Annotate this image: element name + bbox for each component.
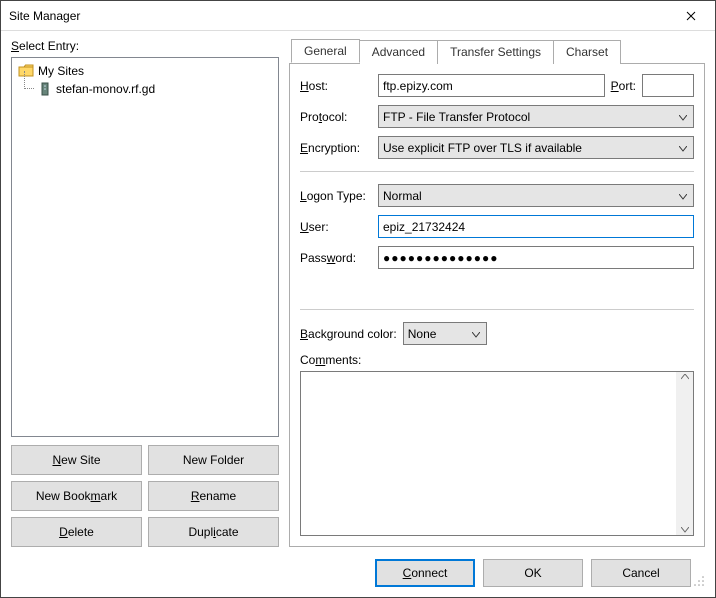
- tree-connector: [24, 71, 34, 89]
- row-encryption: Encryption: Use explicit FTP over TLS if…: [300, 136, 694, 159]
- new-folder-button[interactable]: New Folder: [148, 445, 279, 475]
- tree-item-site[interactable]: stefan-monov.rf.gd: [14, 80, 276, 98]
- resize-grip-icon[interactable]: [691, 573, 705, 587]
- tree-root-mysites[interactable]: My Sites: [14, 62, 276, 80]
- protocol-label: Protocol:: [300, 110, 372, 124]
- left-panel: Select Entry: My Sites: [11, 39, 279, 547]
- logon-type-value: Normal: [383, 189, 422, 203]
- server-icon: [38, 82, 52, 96]
- close-icon: [686, 11, 696, 21]
- comments-textarea[interactable]: [301, 372, 676, 535]
- logon-type-label: Logon Type:: [300, 189, 372, 203]
- chevron-down-icon: [472, 327, 480, 341]
- tab-transfer-settings[interactable]: Transfer Settings: [437, 40, 554, 64]
- site-button-grid: New Site New Folder New Bookmark Rename …: [11, 445, 279, 547]
- duplicate-button[interactable]: Duplicate: [148, 517, 279, 547]
- close-button[interactable]: [669, 2, 713, 30]
- port-label: Port:: [611, 79, 636, 93]
- encryption-label: Encryption:: [300, 141, 372, 155]
- user-label: User:: [300, 220, 372, 234]
- rename-button[interactable]: Rename: [148, 481, 279, 511]
- connect-button[interactable]: Connect: [375, 559, 475, 587]
- titlebar: Site Manager: [1, 1, 715, 31]
- tree-root-label: My Sites: [38, 64, 84, 78]
- protocol-select[interactable]: FTP - File Transfer Protocol: [378, 105, 694, 128]
- comments-label: Comments:: [300, 353, 694, 367]
- spacer: [300, 277, 694, 297]
- new-site-button[interactable]: New Site: [11, 445, 142, 475]
- row-protocol: Protocol: FTP - File Transfer Protocol: [300, 105, 694, 128]
- tab-bar: General Advanced Transfer Settings Chars…: [291, 39, 705, 63]
- divider: [300, 309, 694, 310]
- bgcolor-label: Background color:: [300, 327, 397, 341]
- cancel-button[interactable]: Cancel: [591, 559, 691, 587]
- protocol-value: FTP - File Transfer Protocol: [383, 110, 530, 124]
- bgcolor-select[interactable]: None: [403, 322, 487, 345]
- comments-scrollbar[interactable]: [676, 372, 693, 535]
- port-input[interactable]: [642, 74, 694, 97]
- tree-item-label: stefan-monov.rf.gd: [56, 82, 155, 96]
- row-password: Password:: [300, 246, 694, 269]
- tab-charset[interactable]: Charset: [553, 40, 621, 64]
- window-title: Site Manager: [9, 9, 669, 23]
- host-label: Host:: [300, 79, 372, 93]
- comments-textarea-wrap: [300, 371, 694, 536]
- tab-panel-general: Host: Port: Protocol: FTP - File Transfe…: [289, 63, 705, 547]
- tab-general[interactable]: General: [291, 39, 360, 63]
- upper-area: Select Entry: My Sites: [11, 39, 705, 547]
- bottom-wrap: Connect OK Cancel: [11, 547, 705, 587]
- user-input[interactable]: [378, 215, 694, 238]
- delete-button[interactable]: Delete: [11, 517, 142, 547]
- chevron-up-icon: [681, 374, 689, 380]
- ok-button[interactable]: OK: [483, 559, 583, 587]
- chevron-down-icon: [681, 527, 689, 533]
- chevron-down-icon: [679, 189, 687, 203]
- row-user: User:: [300, 215, 694, 238]
- chevron-down-icon: [679, 141, 687, 155]
- bottom-bar: Connect OK Cancel: [11, 547, 691, 587]
- password-input[interactable]: [378, 246, 694, 269]
- right-panel: General Advanced Transfer Settings Chars…: [289, 39, 705, 547]
- divider: [300, 171, 694, 172]
- chevron-down-icon: [679, 110, 687, 124]
- site-manager-window: Site Manager Select Entry: My Sites: [0, 0, 716, 598]
- row-bgcolor: Background color: None: [300, 322, 694, 345]
- bgcolor-value: None: [408, 327, 437, 341]
- encryption-select[interactable]: Use explicit FTP over TLS if available: [378, 136, 694, 159]
- comments-area: Comments:: [300, 353, 694, 536]
- host-input[interactable]: [378, 74, 605, 97]
- encryption-value: Use explicit FTP over TLS if available: [383, 141, 582, 155]
- row-host: Host: Port:: [300, 74, 694, 97]
- content-area: Select Entry: My Sites: [1, 31, 715, 597]
- tab-advanced[interactable]: Advanced: [359, 40, 438, 64]
- password-label: Password:: [300, 251, 372, 265]
- logon-type-select[interactable]: Normal: [378, 184, 694, 207]
- row-logon-type: Logon Type: Normal: [300, 184, 694, 207]
- select-entry-label: Select Entry:: [11, 39, 279, 53]
- site-tree[interactable]: My Sites stefan-monov.rf.gd: [11, 57, 279, 437]
- new-bookmark-button[interactable]: New Bookmark: [11, 481, 142, 511]
